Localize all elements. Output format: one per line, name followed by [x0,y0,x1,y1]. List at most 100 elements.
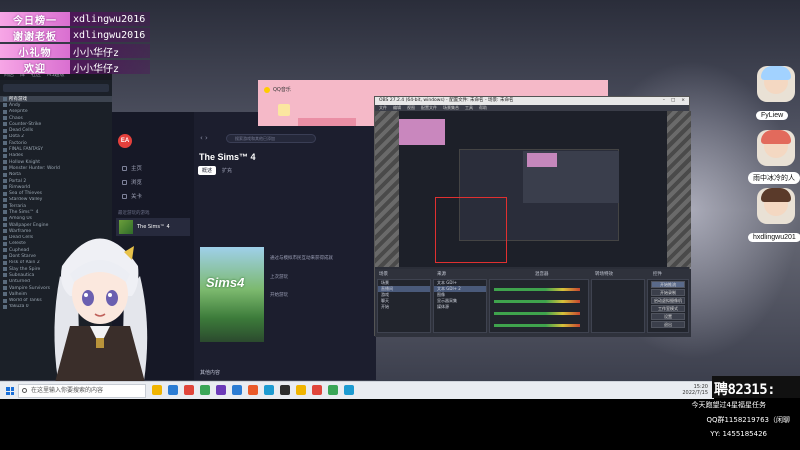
avatar-hair [761,188,791,202]
ea-search-input[interactable]: 搜索游戏和其他已添加 [226,134,316,143]
taskbar-app-icon[interactable] [296,385,306,395]
taskbar-app-icon[interactable] [312,385,322,395]
library-icon [122,193,127,199]
obs-control-button[interactable]: 开始推流 [651,281,685,288]
ea-nav-library[interactable]: 关卡 [122,192,142,200]
game-icon [3,241,7,246]
taskbar-app-icon[interactable] [184,385,194,395]
steam-game-title: Valheim [9,291,27,297]
game-icon [3,172,7,177]
close-icon[interactable]: × [681,97,685,105]
steam-game-title: Rimworld [9,184,31,190]
viewer-name: 雨中冰冷的人 [748,172,800,184]
obs-control-button[interactable]: 启动虚拟摄像机 [651,297,685,304]
steam-game-title: 所有游戏 [9,97,27,103]
rank-label: 欢迎 [0,60,70,75]
tab-expansions[interactable]: 扩充 [218,166,236,175]
game-icon [3,128,7,133]
taskbar-search-input[interactable]: 在这里输入你要搜索的内容 [18,384,146,398]
steam-game-title: Stardew Valley [9,197,43,203]
windows-start-icon[interactable] [6,387,14,395]
steam-game-title: Terraria [9,203,26,209]
dock-title-scenes: 场景 [379,272,388,277]
ea-nav-label: 主页 [131,166,143,172]
tab-overview[interactable]: 概述 [198,166,217,175]
viewer-name: FyLiew [756,111,789,120]
avatar-eye-left [82,290,94,306]
obs-title: OBS 27.2.4 (64-bit, windows) - 配置文件: 未命名… [379,98,514,103]
ea-nav-home[interactable]: 主页 [122,164,142,172]
taskbar-app-icon[interactable] [168,385,178,395]
game-icon [3,122,7,127]
game-icon [3,235,7,240]
steam-game-title: Hades [9,153,24,159]
avatar-eye-right [106,290,118,306]
obs-control-button[interactable]: 退出 [651,321,685,328]
steam-game-title: Slay the Spire [9,266,41,272]
qq-music-title: QQ音乐 [273,87,291,93]
game-icon [3,141,7,146]
game-icon [3,153,7,158]
game-icon [3,204,7,209]
source-item[interactable]: 媒体源 [434,304,486,310]
viewer-avatar [757,66,795,102]
taskbar-app-icon[interactable] [232,385,242,395]
game-cover-art: Sims4 [200,247,264,342]
windows-taskbar: 在这里输入你要搜索的内容 15:20 2022/7/15 [0,381,714,399]
taskbar-app-icon[interactable] [344,385,354,395]
minimize-icon[interactable]: – [663,97,665,105]
last-played-info: 上次游玩 [270,275,288,280]
info-yy-id: YY: 1455185426 [710,430,767,438]
qq-music-tile[interactable] [278,104,290,116]
maximize-icon[interactable]: □ [671,97,675,105]
ea-main-panel: ‹ › 搜索游戏和其他已添加 The Sims™ 4 概述 扩充 Sims4 通… [194,112,376,380]
taskbar-app-icon[interactable] [328,385,338,395]
game-icon [3,223,7,228]
rank-value: xdlingwu2016 [70,28,150,42]
obs-control-button[interactable]: 设置 [651,313,685,320]
steam-search-input[interactable] [3,84,109,92]
back-arrow-icon[interactable]: ‹ › [200,134,208,142]
steam-game-title: Dota 2 [9,134,25,140]
taskbar-app-icon[interactable] [216,385,226,395]
ea-nav-browse[interactable]: 浏览 [122,178,142,186]
search-icon [22,388,27,393]
game-icon [3,292,7,297]
rank-row-gift: 小礼物 小小华仔z [0,44,150,59]
avatar-hair [761,130,791,144]
system-tray-clock[interactable]: 15:20 2022/7/15 [682,384,708,396]
taskbar-app-icon[interactable] [280,385,290,395]
steam-game-title: Among Us [9,216,32,222]
viewer-avatar [757,188,795,224]
steam-game-title: Unturned [9,279,31,285]
obs-control-button[interactable]: 工作室模式 [651,305,685,312]
selected-source-frame[interactable] [435,197,507,263]
game-icon [3,298,7,303]
obs-preview[interactable] [375,111,691,267]
mixer-meter [494,288,580,291]
steam-game-title: The Sims™ 4 [9,209,39,215]
taskbar-app-icon[interactable] [200,385,210,395]
achievement-info: 通过与模拟市民互动来获得成就 [270,256,333,261]
preview-pattern-right [667,111,691,267]
game-icon [3,216,7,221]
transitions-dock [591,279,645,333]
steam-game-title: Subnautica [9,272,35,278]
rank-value: 小小华仔z [70,60,150,75]
game-icon [3,134,7,139]
viewer-name: hxdlingwu201 [748,233,800,242]
obs-control-button[interactable]: 开始录制 [651,289,685,296]
steam-game-title: Aseprite [9,109,28,115]
mixer-meter [494,324,580,327]
game-icon [3,260,7,265]
taskbar-app-icon[interactable] [264,385,274,395]
taskbar-app-icon[interactable] [152,385,162,395]
game-icon [3,166,7,171]
steam-game-title: Warframe [9,228,32,234]
steam-game-title: Andy [9,102,21,108]
taskbar-app-icon[interactable] [248,385,258,395]
eye-highlight [84,293,88,297]
game-icon [3,273,7,278]
scene-item[interactable]: 开始 [378,304,430,310]
ea-nav-label: 浏览 [131,180,143,186]
